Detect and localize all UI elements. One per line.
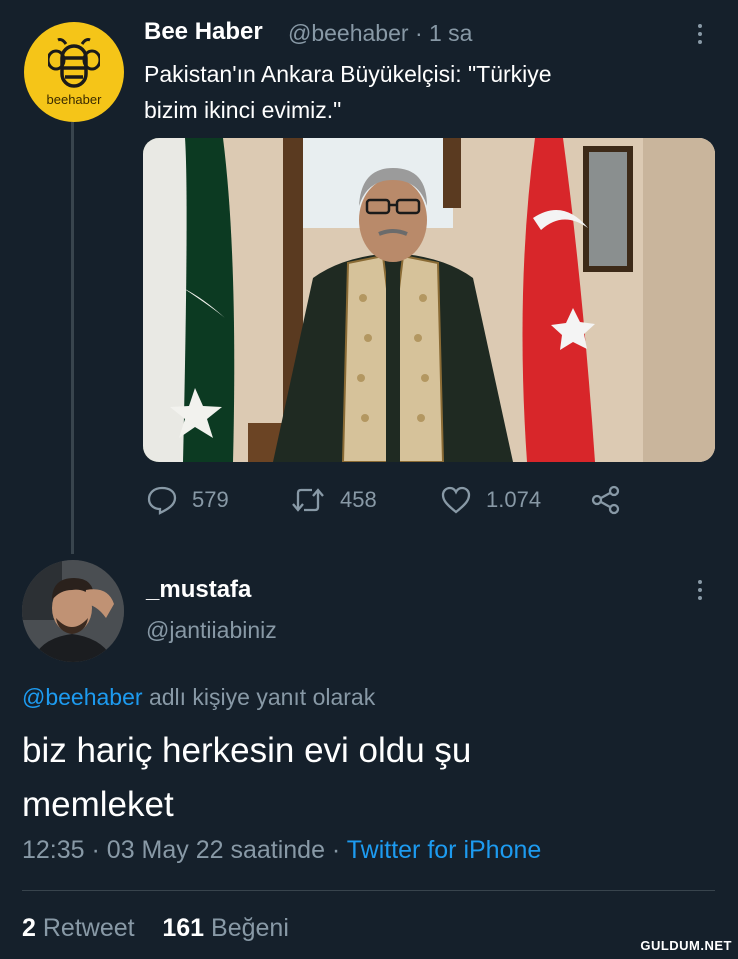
tweet-text: Pakistan'ın Ankara Büyükelçisi: "Türkiye… — [144, 56, 684, 128]
reply-stats: 2 Retweet 161 Beğeni — [22, 914, 289, 943]
retweets-stat[interactable]: 2 Retweet — [22, 914, 135, 942]
reply-text: biz hariç herkesin evi oldu şu memleket — [22, 724, 712, 832]
tweet-author-handle: @beehaber — [288, 20, 409, 46]
tweet-author-name[interactable]: Bee Haber — [144, 18, 263, 46]
tweet-author-meta[interactable]: @beehaber · 1 sa — [288, 20, 472, 47]
likes-label: Beğeni — [211, 914, 289, 942]
tweet-text-line: bizim ikinci evimiz." — [144, 97, 342, 123]
reply-time[interactable]: 12:35 — [22, 836, 85, 864]
tweet-photo[interactable] — [143, 138, 715, 462]
like-action[interactable]: 1.074 — [440, 484, 541, 516]
tweet-time: · 1 sa — [414, 20, 473, 46]
share-action[interactable] — [590, 484, 636, 516]
divider — [22, 890, 715, 891]
like-count: 1.074 — [486, 487, 542, 512]
reply-author-name[interactable]: _mustafa — [146, 576, 251, 604]
share-icon — [591, 485, 620, 515]
like-icon — [441, 486, 471, 514]
bee-logo-icon — [48, 38, 100, 88]
reply-count: 579 — [192, 487, 229, 512]
beehaber-avatar[interactable]: beehaber — [24, 22, 124, 122]
likes-stat[interactable]: 161 Beğeni — [162, 914, 289, 942]
mustafa-avatar[interactable] — [22, 560, 124, 662]
reply-action[interactable]: 579 — [146, 484, 229, 516]
retweets-label: Retweet — [42, 914, 135, 942]
reply-author-handle[interactable]: @jantiiabiniz — [146, 617, 277, 644]
user-photo — [22, 560, 124, 662]
ambassador-photo — [143, 138, 715, 462]
reply-source[interactable]: Twitter for iPhone — [347, 836, 542, 864]
tweet-text-line: Pakistan'ın Ankara Büyükelçisi: "Türkiye — [144, 61, 552, 87]
replying-to: @beehaber adlı kişiye yanıt olarak — [22, 684, 375, 711]
retweets-value: 2 — [22, 914, 36, 942]
retweet-icon — [292, 488, 324, 512]
retweet-count: 458 — [340, 487, 377, 512]
reply-icon — [147, 486, 177, 515]
watermark: GULDUM.NET — [640, 938, 732, 953]
reply-date[interactable]: · 03 May 22 saatinde · — [92, 836, 341, 864]
reply-text-line: memleket — [22, 785, 174, 824]
more-icon[interactable] — [695, 578, 705, 602]
retweet-action[interactable]: 458 — [290, 484, 377, 516]
thread-line — [71, 122, 74, 554]
reply-meta: 12:35 · 03 May 22 saatinde · Twitter for… — [22, 836, 541, 865]
replying-to-handle[interactable]: @beehaber — [22, 684, 143, 710]
replying-to-label: adlı kişiye yanıt olarak — [142, 684, 376, 710]
more-icon[interactable] — [695, 22, 705, 46]
avatar-logo-text: beehaber — [46, 92, 102, 107]
likes-value: 161 — [162, 914, 205, 942]
reply-text-line: biz hariç herkesin evi oldu şu — [22, 731, 472, 770]
